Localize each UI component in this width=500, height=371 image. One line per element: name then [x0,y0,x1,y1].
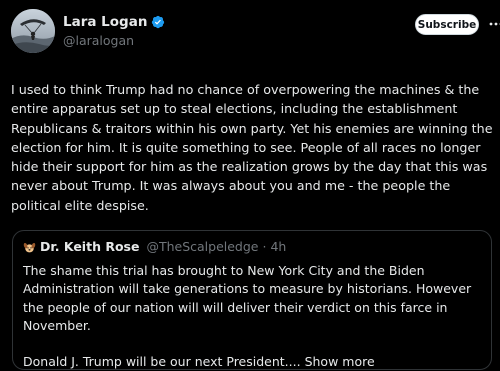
dog-emoji-icon [23,241,36,254]
verified-badge-icon[interactable] [151,15,165,29]
quote-paragraph-2-text: Donald J. Trump will be our next Preside… [23,354,301,369]
post-text: I used to think Trump had no chance of o… [11,80,493,215]
tweet: Lara Logan @laralogan Subscribe I used t… [0,0,500,361]
quote-paragraph-2: Donald J. Trump will be our next Preside… [23,353,485,371]
author-handle[interactable]: @laralogan [63,32,165,50]
avatar-image [11,9,55,53]
show-more-link[interactable]: Show more [305,354,375,369]
tweet-header: Lara Logan @laralogan Subscribe [11,9,491,59]
quote-text: The shame this trial has brought to New … [23,262,485,371]
quote-time[interactable]: 4h [270,239,286,255]
subscribe-button[interactable]: Subscribe [415,14,479,35]
quote-header: Dr. Keith Rose @TheScalpeledge · 4h [23,239,286,255]
quote-display-name[interactable]: Dr. Keith Rose [40,239,139,255]
author-names: Lara Logan @laralogan [63,11,165,50]
quote-paragraph-1: The shame this trial has brought to New … [23,262,485,335]
quote-separator: · [263,239,267,255]
more-horizontal-icon[interactable] [489,19,500,29]
author-display-name[interactable]: Lara Logan [63,13,147,31]
quoted-tweet[interactable]: Dr. Keith Rose @TheScalpeledge · 4h The … [12,230,492,370]
avatar[interactable] [11,9,55,53]
quote-handle[interactable]: @TheScalpeledge [146,239,258,255]
author-display-name-row[interactable]: Lara Logan [63,13,165,31]
